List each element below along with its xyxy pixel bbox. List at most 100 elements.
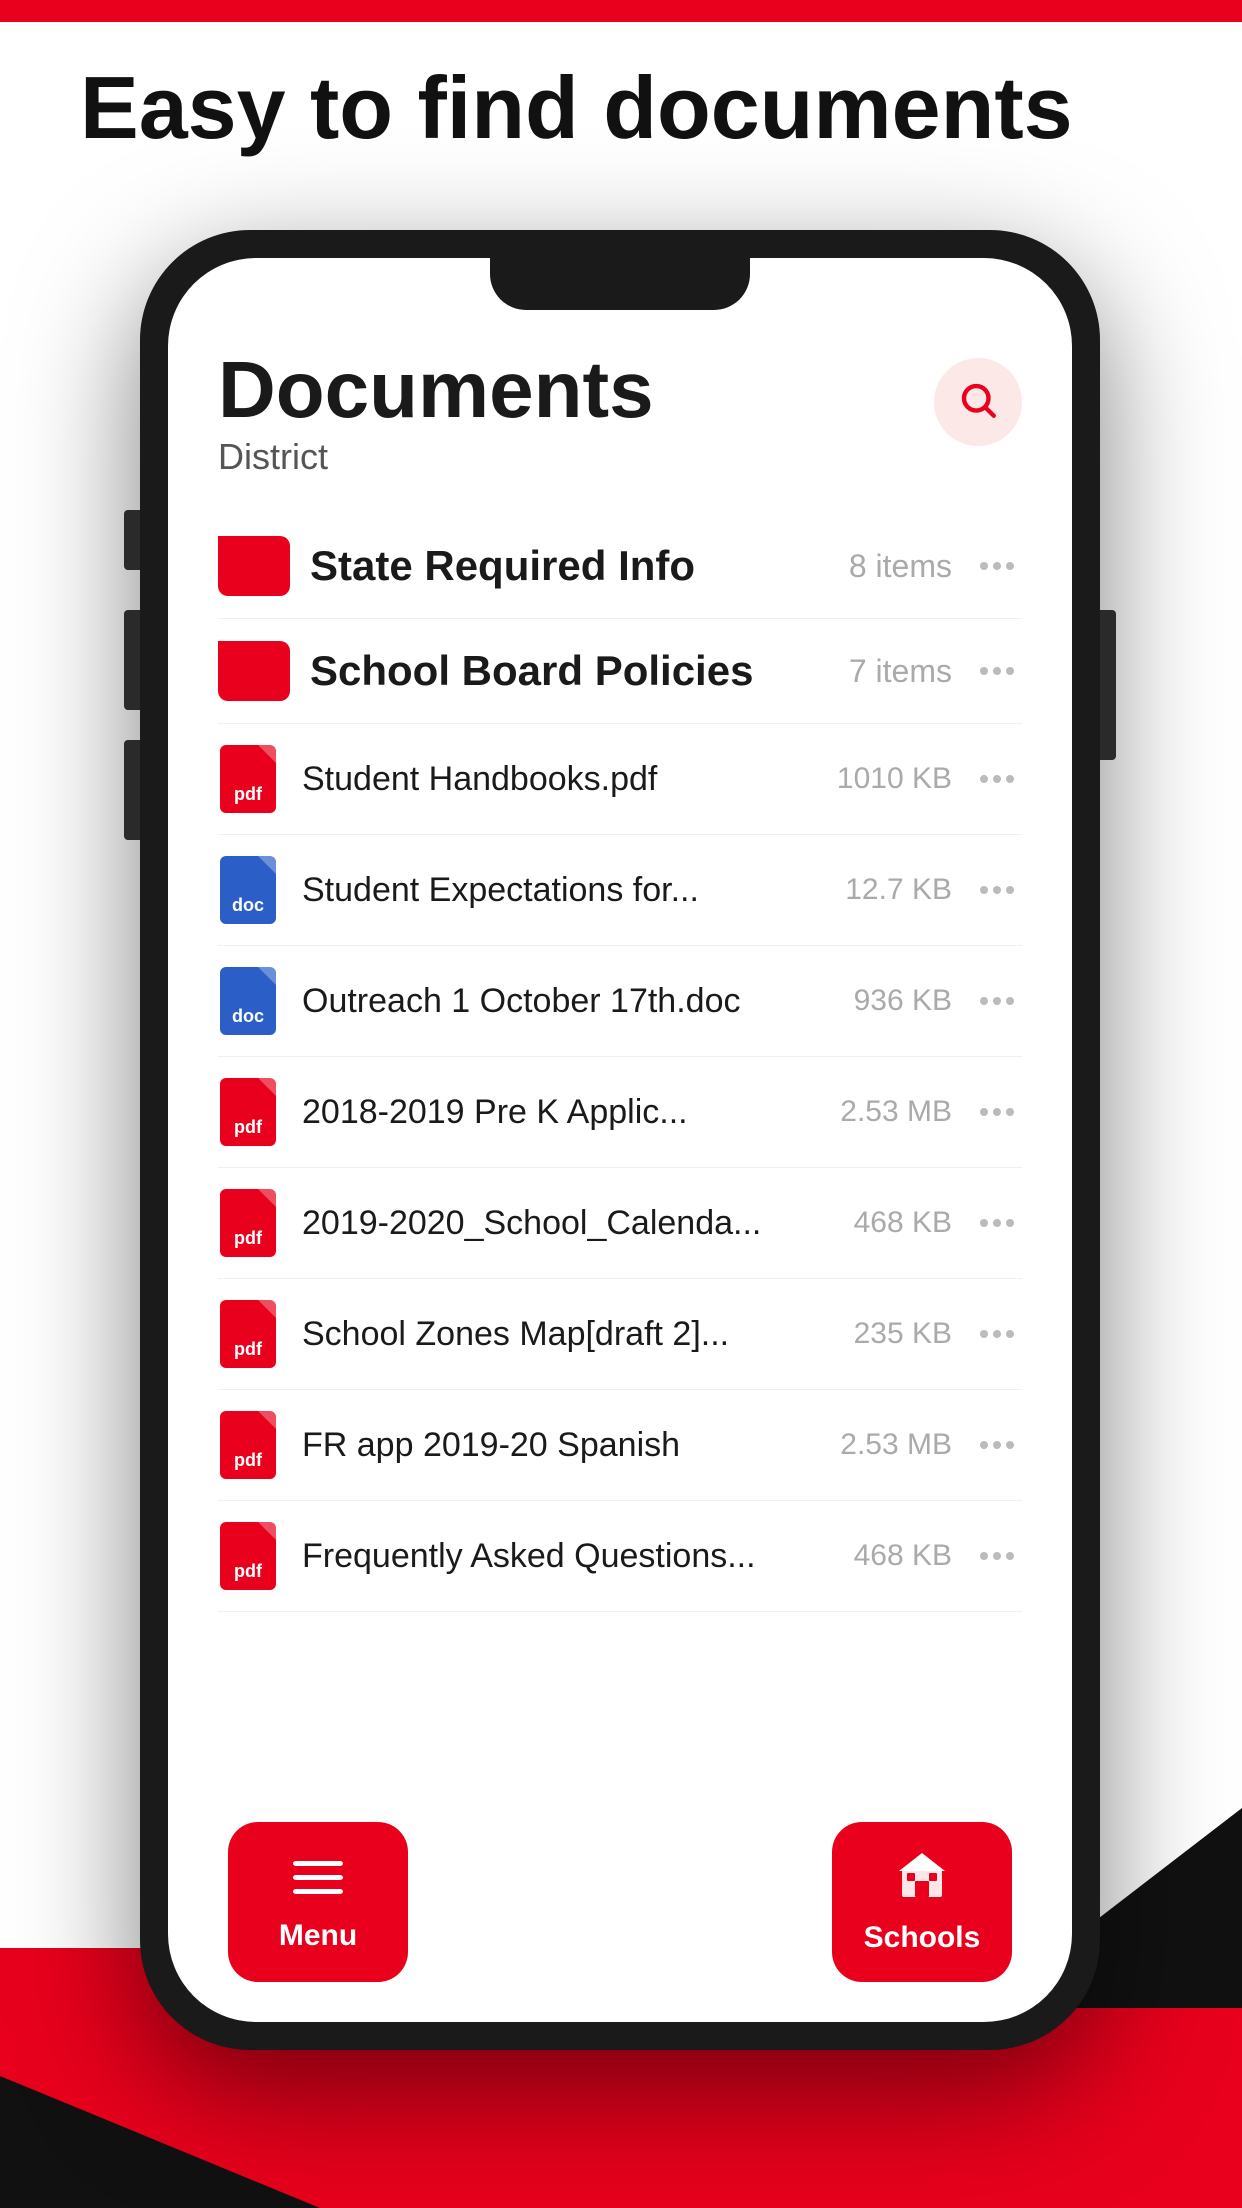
file-size: 468 KB [854, 1206, 952, 1240]
folder-count: 8 items [849, 548, 952, 585]
more-menu-button[interactable] [972, 989, 1022, 1013]
dot [1006, 1552, 1014, 1560]
screen-content: Documents District [168, 310, 1072, 2022]
dot [993, 1330, 1001, 1338]
file-name: Student Handbooks.pdf [302, 760, 837, 799]
folder-item[interactable]: State Required Info 8 items [218, 514, 1022, 619]
dot [1006, 886, 1014, 894]
file-size: 1010 KB [837, 762, 952, 796]
file-name: 2019-2020_School_Calenda... [302, 1204, 854, 1243]
file-name: 2018-2019 Pre K Applic... [302, 1093, 840, 1132]
dot [980, 997, 988, 1005]
top-red-bar [0, 0, 1242, 22]
menu-nav-label: Menu [279, 1919, 357, 1953]
schools-nav-label: Schools [864, 1921, 981, 1955]
dot [1006, 562, 1014, 570]
dot [1006, 1441, 1014, 1449]
schools-nav-button[interactable]: Schools [832, 1822, 1012, 1982]
more-menu-button[interactable] [972, 1211, 1022, 1235]
phone-power-button [1100, 610, 1116, 760]
dot [980, 562, 988, 570]
phone-vol-up-button [124, 610, 140, 710]
file-item[interactable]: doc Outreach 1 October 17th.doc 936 KB [218, 946, 1022, 1057]
dot [1006, 1330, 1014, 1338]
menu-icon [293, 1851, 343, 1909]
file-type-label: pdf [234, 1228, 262, 1249]
file-size: 235 KB [854, 1317, 952, 1351]
dot [980, 1219, 988, 1227]
more-menu-button[interactable] [972, 659, 1022, 683]
more-menu-button[interactable] [972, 878, 1022, 902]
file-type-label: pdf [234, 1561, 262, 1582]
dot [1006, 997, 1014, 1005]
more-menu-button[interactable] [972, 554, 1022, 578]
file-list: pdf Student Handbooks.pdf 1010 KB doc St… [218, 724, 1022, 1612]
documents-title: Documents [218, 350, 654, 430]
file-type-label: pdf [234, 1117, 262, 1138]
schools-icon [897, 1849, 947, 1911]
bottom-nav: Menu Schools [168, 1822, 1072, 1982]
file-size: 936 KB [854, 984, 952, 1018]
dot [1006, 1108, 1014, 1116]
file-item[interactable]: pdf Frequently Asked Questions... 468 KB [218, 1501, 1022, 1612]
file-type-badge: pdf [220, 1300, 276, 1368]
file-type-badge: pdf [220, 745, 276, 813]
dot [993, 562, 1001, 570]
dot [993, 1219, 1001, 1227]
dot [993, 997, 1001, 1005]
file-icon: pdf [218, 1521, 278, 1591]
page-headline: Easy to find documents [80, 60, 1073, 157]
file-size: 2.53 MB [840, 1428, 952, 1462]
dot [980, 1441, 988, 1449]
dot [980, 1108, 988, 1116]
file-size: 12.7 KB [845, 873, 952, 907]
dot [993, 667, 1001, 675]
more-menu-button[interactable] [972, 1100, 1022, 1124]
file-item[interactable]: doc Student Expectations for... 12.7 KB [218, 835, 1022, 946]
dot [1006, 1219, 1014, 1227]
search-button[interactable] [934, 358, 1022, 446]
file-icon: doc [218, 966, 278, 1036]
file-item[interactable]: pdf 2019-2020_School_Calenda... 468 KB [218, 1168, 1022, 1279]
dot [1006, 775, 1014, 783]
dot [980, 667, 988, 675]
file-size: 468 KB [854, 1539, 952, 1573]
file-icon: doc [218, 855, 278, 925]
file-name: FR app 2019-20 Spanish [302, 1426, 840, 1465]
file-item[interactable]: pdf Student Handbooks.pdf 1010 KB [218, 724, 1022, 835]
file-type-badge: pdf [220, 1189, 276, 1257]
phone-mute-button [124, 510, 140, 570]
file-name: School Zones Map[draft 2]... [302, 1315, 854, 1354]
file-item[interactable]: pdf School Zones Map[draft 2]... 235 KB [218, 1279, 1022, 1390]
dot [980, 1330, 988, 1338]
file-item[interactable]: pdf FR app 2019-20 Spanish 2.53 MB [218, 1390, 1022, 1501]
header-title-group: Documents District [218, 350, 654, 478]
folder-count: 7 items [849, 653, 952, 690]
file-type-label: pdf [234, 1339, 262, 1360]
file-type-label: doc [232, 895, 264, 916]
file-item[interactable]: pdf 2018-2019 Pre K Applic... 2.53 MB [218, 1057, 1022, 1168]
dot [1006, 667, 1014, 675]
phone-vol-down-button [124, 740, 140, 840]
dot [993, 1108, 1001, 1116]
file-name: Student Expectations for... [302, 871, 845, 910]
file-icon: pdf [218, 1299, 278, 1369]
dot [980, 1552, 988, 1560]
more-menu-button[interactable] [972, 767, 1022, 791]
folder-icon [218, 536, 286, 596]
more-menu-button[interactable] [972, 1544, 1022, 1568]
phone-frame: Documents District [140, 230, 1100, 2050]
more-menu-button[interactable] [972, 1433, 1022, 1457]
folder-icon [218, 641, 286, 701]
more-menu-button[interactable] [972, 1322, 1022, 1346]
folder-item[interactable]: School Board Policies 7 items [218, 619, 1022, 724]
phone-notch [490, 258, 750, 310]
file-type-badge: doc [220, 967, 276, 1035]
file-icon: pdf [218, 744, 278, 814]
menu-nav-button[interactable]: Menu [228, 1822, 408, 1982]
folder-name: School Board Policies [310, 647, 849, 695]
file-icon: pdf [218, 1077, 278, 1147]
dot [980, 775, 988, 783]
file-type-badge: doc [220, 856, 276, 924]
file-icon: pdf [218, 1188, 278, 1258]
